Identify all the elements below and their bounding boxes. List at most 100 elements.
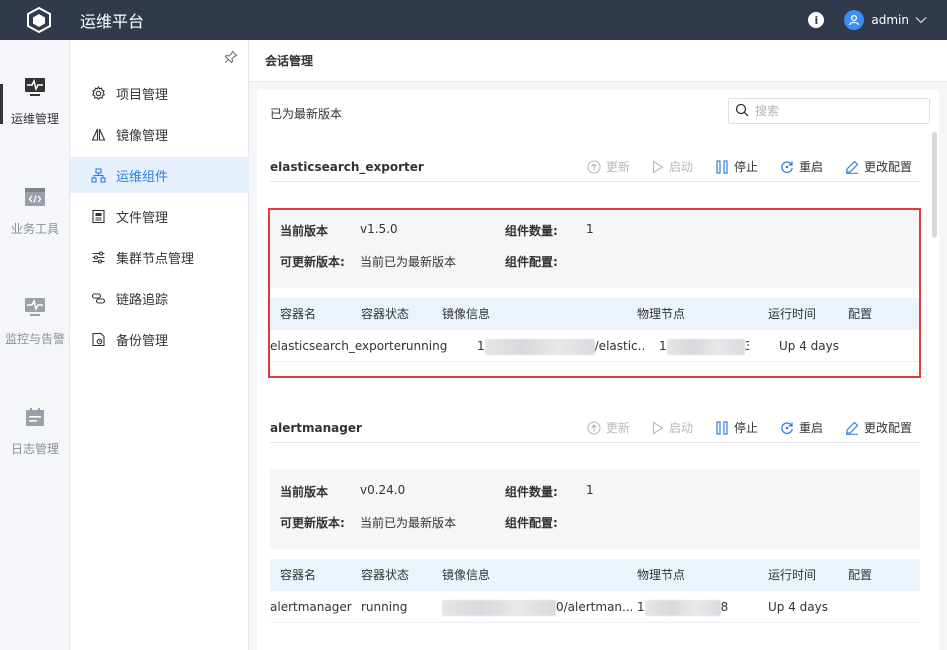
- rail-item-tools[interactable]: 业务工具: [0, 150, 70, 240]
- column-header: 镜像信息: [442, 568, 491, 582]
- component-config-label: 组件配置:: [505, 255, 558, 269]
- calendar-log-icon: [24, 406, 46, 428]
- monitor-alert-icon: [24, 296, 46, 318]
- current-version-value: v1.5.0: [360, 222, 398, 236]
- menu-label: 备份管理: [116, 333, 169, 349]
- component-name: alertmanager: [270, 420, 362, 435]
- column-header: 运行时间: [768, 307, 817, 321]
- component-actions: 更新 启动 停止 重启 更改配置: [565, 419, 920, 436]
- component-count-value: 1: [586, 222, 594, 236]
- component-header: elasticsearch_exporter 更新 启动 停止 重启 更改配置: [270, 152, 920, 182]
- redacted-value: [644, 599, 721, 616]
- page-title: 会话管理: [249, 40, 947, 82]
- column-header: 容器状态: [361, 568, 410, 582]
- column-header: 镜像信息: [442, 307, 491, 321]
- node-cell: 13: [659, 338, 749, 355]
- component-config-label: 组件配置:: [505, 516, 558, 530]
- search-icon: [735, 103, 749, 120]
- play-icon: [652, 421, 664, 435]
- restart-icon: [780, 160, 794, 174]
- column-header: 物理节点: [637, 307, 686, 321]
- restart-button[interactable]: 重启: [780, 419, 823, 436]
- user-avatar-icon[interactable]: [844, 10, 865, 30]
- edit-config-button[interactable]: 更改配置: [845, 419, 912, 436]
- play-icon: [652, 160, 664, 174]
- table-header: 容器名 容器状态 镜像信息 物理节点 运行时间 配置: [270, 559, 920, 591]
- code-window-icon: [24, 186, 46, 208]
- column-header: 物理节点: [637, 568, 686, 582]
- menu-item-images[interactable]: 镜像管理: [70, 116, 249, 152]
- uptime-cell: Up 4 days: [779, 339, 839, 353]
- restart-button[interactable]: 重启: [780, 158, 823, 175]
- backup-icon: [90, 331, 106, 347]
- update-button[interactable]: 更新: [587, 158, 630, 175]
- rail-label: 业务工具: [10, 222, 59, 236]
- edit-config-button[interactable]: 更改配置: [845, 158, 912, 175]
- update-button[interactable]: 更新: [587, 419, 630, 436]
- menu-label: 镜像管理: [116, 128, 169, 144]
- current-version-value: v0.24.0: [360, 483, 406, 497]
- rail-item-logs[interactable]: 日志管理: [0, 370, 70, 460]
- container-status-cell: running: [401, 339, 448, 353]
- rail-label: 运维管理: [10, 112, 59, 126]
- vertical-scrollbar[interactable]: [932, 132, 937, 238]
- file-icon: [90, 208, 106, 224]
- pin-icon[interactable]: [224, 50, 238, 67]
- link-icon: [90, 290, 106, 306]
- container-name-cell: elasticsearch_exporter: [270, 339, 407, 353]
- redacted-value: [666, 338, 745, 355]
- menu-item-cluster-nodes[interactable]: 集群节点管理: [70, 239, 249, 275]
- menu-item-tracing[interactable]: 链路追踪: [70, 280, 249, 316]
- column-header: 容器状态: [361, 307, 410, 321]
- stop-button[interactable]: 停止: [715, 419, 758, 436]
- container-name-cell: alertmanager: [270, 600, 352, 614]
- version-status-text: 已为最新版本: [270, 107, 343, 121]
- info-icon[interactable]: i: [808, 12, 825, 28]
- menu-label: 链路追踪: [116, 292, 169, 308]
- column-header: 容器名: [280, 568, 317, 582]
- upload-circle-icon: [587, 159, 601, 174]
- component-actions: 更新 启动 停止 重启 更改配置: [565, 158, 920, 175]
- stop-button[interactable]: 停止: [715, 158, 758, 175]
- start-button[interactable]: 启动: [652, 419, 693, 436]
- search-input[interactable]: [755, 104, 905, 118]
- monitor-pulse-icon: [24, 76, 46, 98]
- menu-item-backup[interactable]: 备份管理: [70, 321, 249, 357]
- user-name[interactable]: admin: [871, 13, 909, 27]
- pause-icon: [715, 420, 729, 435]
- component-header: alertmanager 更新 启动 停止 重启 更改配置: [270, 413, 920, 443]
- cube-logo-icon[interactable]: [24, 5, 54, 35]
- updatable-version-label: 可更新版本:: [280, 255, 345, 269]
- current-version-label: 当前版本: [280, 224, 329, 238]
- components-icon: [90, 167, 106, 183]
- mirror-icon: [90, 126, 106, 142]
- redacted-value: [484, 338, 595, 355]
- menu-item-ops-components[interactable]: 运维组件: [70, 157, 249, 193]
- component-info-panel: 当前版本 v1.5.0 组件数量: 1 可更新版本: 当前已为最新版本 组件配置…: [270, 208, 920, 288]
- uptime-cell: Up 4 days: [768, 600, 828, 614]
- redacted-value: [442, 599, 556, 616]
- component-count-value: 1: [586, 483, 594, 497]
- image-info-cell: 0/alertman...: [442, 591, 632, 623]
- restart-icon: [780, 421, 794, 435]
- menu-label: 集群节点管理: [116, 251, 195, 267]
- component-count-label: 组件数量:: [505, 224, 558, 238]
- column-header: 运行时间: [768, 568, 817, 582]
- table-row: alertmanager running 0/alertman... 18 Up…: [270, 591, 920, 623]
- start-button[interactable]: 启动: [652, 158, 693, 175]
- menu-label: 运维组件: [116, 169, 169, 185]
- table-row: elasticsearch_exporter running 1/elastic…: [270, 330, 920, 362]
- chevron-down-icon[interactable]: [915, 13, 927, 27]
- content-panel: 已为最新版本 elasticsearch_exporter 更新 启动: [257, 90, 939, 650]
- search-box[interactable]: [728, 98, 930, 124]
- menu-label: 项目管理: [116, 87, 169, 103]
- column-header: 配置: [848, 307, 873, 321]
- rail-item-monitoring[interactable]: 监控与告警: [0, 260, 70, 350]
- column-header: 配置: [848, 568, 873, 582]
- menu-item-projects[interactable]: 项目管理: [70, 75, 249, 111]
- secondary-menu: 项目管理 镜像管理 运维组件 文件管理 集群节点管理 链路追踪 备份管理: [70, 40, 249, 650]
- pause-icon: [715, 159, 729, 174]
- rail-item-ops[interactable]: 运维管理: [0, 40, 70, 130]
- menu-item-files[interactable]: 文件管理: [70, 198, 249, 234]
- sliders-icon: [90, 249, 106, 265]
